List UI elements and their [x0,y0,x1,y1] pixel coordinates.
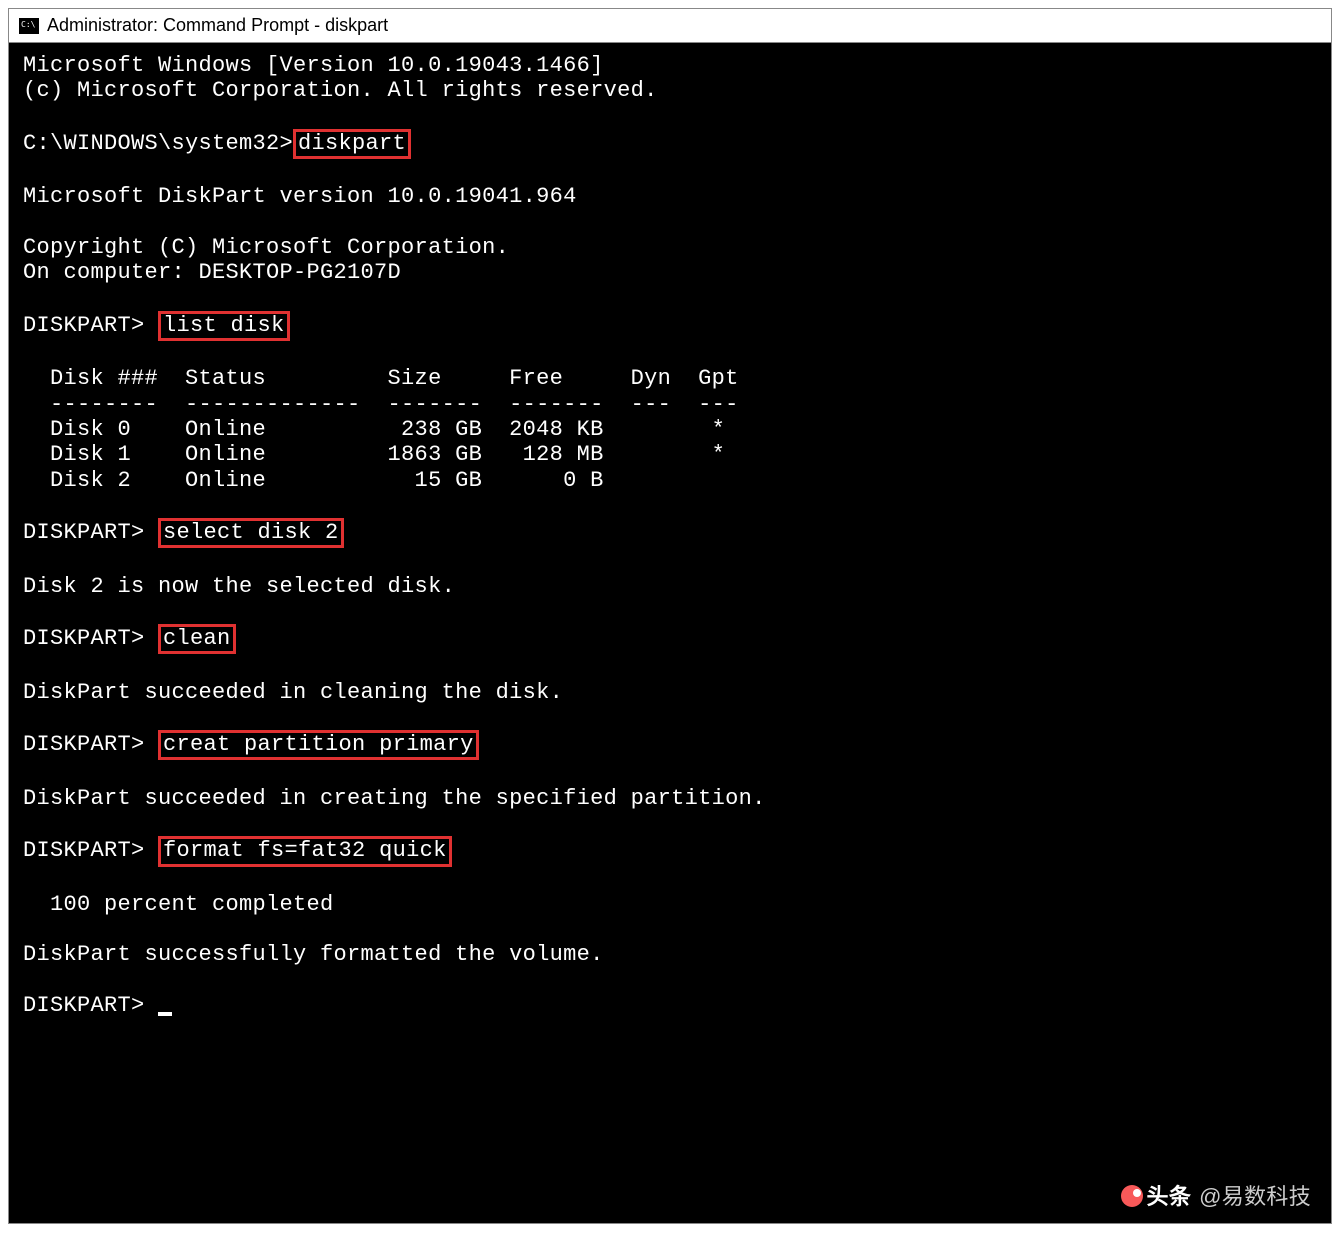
cursor-icon [158,1012,172,1016]
watermark-author: @易数科技 [1199,1184,1311,1209]
cmd-icon [19,18,39,34]
diskpart-prompt: DISKPART> [23,993,158,1018]
watermark-brand: 头条 [1147,1184,1192,1209]
diskpart-prompt: DISKPART> [23,732,158,757]
watermark: 头条 @易数科技 [1121,1184,1311,1209]
diskpart-prompt: DISKPART> [23,313,158,338]
diskpart-prompt: DISKPART> [23,838,158,863]
diskpart-prompt: DISKPART> [23,626,158,651]
disk-table-row: Disk 0 Online 238 GB 2048 KB * [23,417,725,442]
cmd-diskpart: diskpart [293,129,411,159]
window-titlebar[interactable]: Administrator: Command Prompt - diskpart [9,9,1331,43]
cmd-format: format fs=fat32 quick [158,836,452,866]
create-partition-response: DiskPart succeeded in creating the speci… [23,786,766,811]
diskpart-version-line: Microsoft DiskPart version 10.0.19041.96… [23,184,577,209]
format-progress: 100 percent completed [23,892,334,917]
cmd-clean: clean [158,624,236,654]
watermark-logo: 头条 [1121,1184,1192,1209]
os-copyright-line: (c) Microsoft Corporation. All rights re… [23,78,658,103]
cmd-select-disk: select disk 2 [158,518,344,548]
cmd-create-partition: creat partition primary [158,730,479,760]
system32-prompt: C:\WINDOWS\system32> [23,131,293,156]
select-disk-response: Disk 2 is now the selected disk. [23,574,455,599]
disk-table-row: Disk 1 Online 1863 GB 128 MB * [23,442,725,467]
format-response: DiskPart successfully formatted the volu… [23,942,604,967]
disk-table-header: Disk ### Status Size Free Dyn Gpt [23,366,739,391]
os-version-line: Microsoft Windows [Version 10.0.19043.14… [23,53,604,78]
clean-response: DiskPart succeeded in cleaning the disk. [23,680,563,705]
disk-table-divider: -------- ------------- ------- ------- -… [23,392,739,417]
computer-name-line: On computer: DESKTOP-PG2107D [23,260,401,285]
diskpart-prompt: DISKPART> [23,520,158,545]
command-prompt-window: Administrator: Command Prompt - diskpart… [8,8,1332,1224]
disk-table-row: Disk 2 Online 15 GB 0 B [23,468,604,493]
window-title: Administrator: Command Prompt - diskpart [47,15,388,36]
cmd-list-disk: list disk [158,311,290,341]
toutiao-icon [1121,1185,1143,1207]
diskpart-copyright-line: Copyright (C) Microsoft Corporation. [23,235,509,260]
terminal-area[interactable]: Microsoft Windows [Version 10.0.19043.14… [9,43,1331,1223]
